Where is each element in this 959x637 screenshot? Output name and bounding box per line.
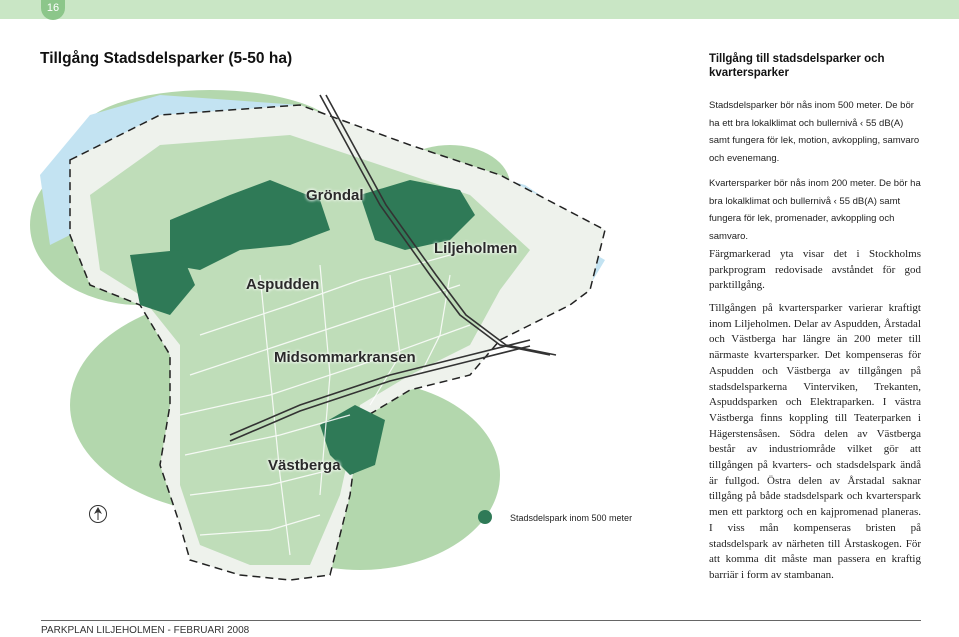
footer-divider	[41, 620, 921, 621]
page-title: Tillgång Stadsdelsparker (5-50 ha)	[40, 50, 293, 67]
label-liljeholmen: Liljeholmen	[434, 240, 518, 257]
legend-swatch	[478, 510, 492, 524]
label-grondal: Gröndal	[306, 187, 364, 204]
legend-label: Stadsdelspark inom 500 meter	[510, 513, 633, 523]
label-vastberga: Västberga	[268, 457, 341, 474]
footer-text: PARKPLAN LILJEHOLMEN - FEBRUARI 2008	[41, 625, 250, 636]
top-band	[0, 0, 959, 19]
sidebar-paragraph-2: Kvartersparker bör nås inom 200 meter. D…	[709, 178, 921, 242]
sidebar-heading: Tillgång till stadsdelsparker och kvarte…	[709, 53, 885, 79]
sidebar-paragraph-4: Tillgången på kvartersparker varierar kr…	[709, 302, 921, 581]
north-arrow-icon	[89, 505, 107, 523]
sidebar-paragraph-1: Stadsdelsparker bör nås inom 500 meter. …	[709, 100, 920, 164]
label-aspudden: Aspudden	[246, 276, 320, 293]
label-midsommarkransen: Midsommarkransen	[274, 349, 416, 366]
sidebar-paragraph-3: Färgmarkerad yta visar det i Stockholms …	[709, 248, 921, 292]
